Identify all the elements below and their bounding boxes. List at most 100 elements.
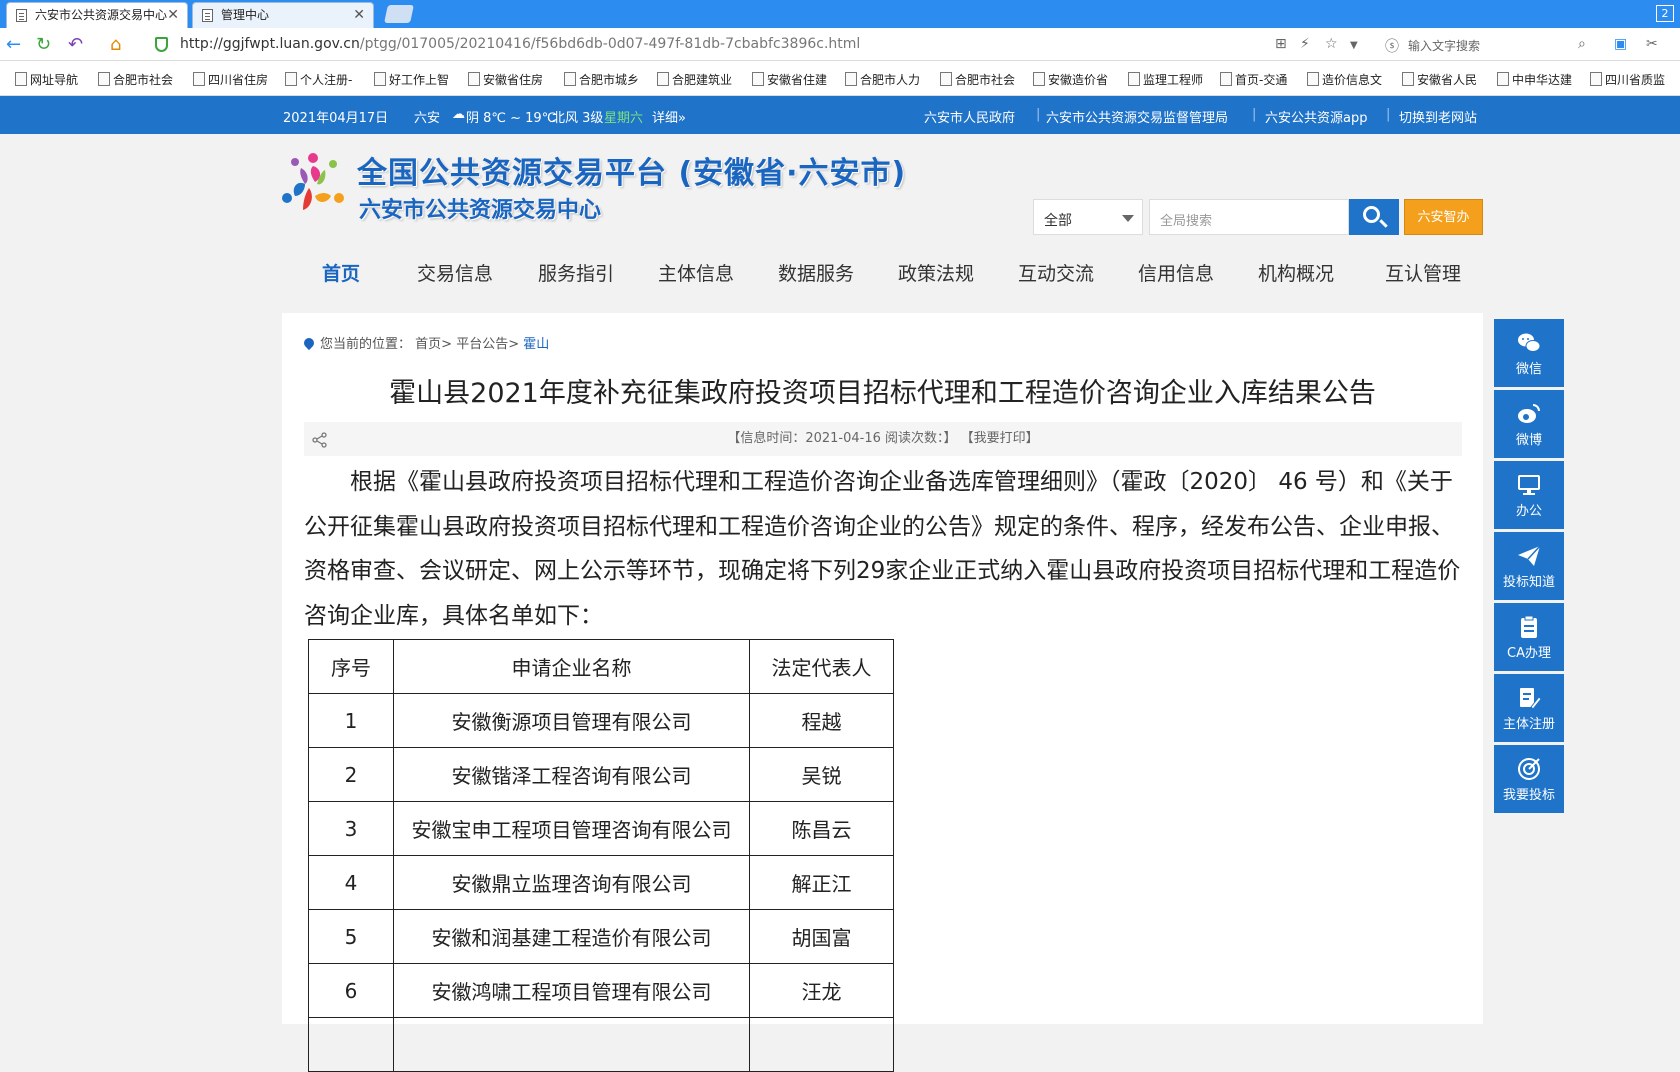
close-icon[interactable]: ✕ [353, 3, 365, 27]
star-icon[interactable]: ☆ [1325, 36, 1338, 52]
float-label: CA办理 [1507, 646, 1551, 661]
search-icon[interactable]: ⌕ [1578, 36, 1586, 52]
table-row [308, 1017, 894, 1072]
nav-interaction[interactable]: 互动交流 [1018, 259, 1094, 286]
bookmark-item[interactable]: 安徽省住建 [752, 71, 827, 88]
row-number: 1 [308, 693, 394, 748]
link-supervision[interactable]: 六安市公共资源交易监督管理局 [1046, 107, 1228, 126]
link-gov[interactable]: 六安市人民政府 [924, 107, 1015, 126]
breadcrumb-section[interactable]: 平台公告> [456, 337, 519, 352]
float-register-button[interactable]: 主体注册 [1494, 674, 1564, 742]
weather-text: 阴 8℃ ~ 19℃ [466, 111, 557, 126]
page-icon [16, 9, 27, 22]
row-number: 6 [308, 963, 394, 1018]
nav-home[interactable]: 首页 [322, 259, 360, 286]
browser-search-input[interactable]: 输入文字搜索 [1408, 37, 1480, 54]
tab-title: 六安市公共资源交易中心 [35, 8, 168, 22]
bookmark-item[interactable]: 监理工程师 [1128, 71, 1203, 88]
bookmark-item[interactable]: 个人注册- [285, 71, 352, 88]
float-bid-guide-button[interactable]: 投标知道 [1494, 532, 1564, 600]
bookmark-item[interactable]: 网址导航 [15, 71, 78, 88]
nav-mutual-recognition[interactable]: 互认管理 [1385, 259, 1461, 286]
nav-policy[interactable]: 政策法规 [898, 259, 974, 286]
bookmark-item[interactable]: 合肥市人力 [845, 71, 920, 88]
wechat-icon [1518, 333, 1541, 352]
article-title: 霍山县2021年度补充征集政府投资项目招标代理和工程造价咨询企业入库结果公告 [389, 378, 1376, 409]
search-engine-icon[interactable]: ⓢ [1385, 36, 1399, 56]
nav-service-guide[interactable]: 服务指引 [538, 259, 614, 286]
weibo-icon [1518, 404, 1540, 423]
site-search-button[interactable] [1349, 199, 1399, 235]
float-submit-bid-button[interactable]: 我要投标 [1494, 745, 1564, 813]
article-meta-bar: 【信息时间：2021-04-16 阅读次数：】 【我要打印】 [304, 422, 1462, 456]
bookmark-item[interactable]: 合肥建筑业 [657, 71, 732, 88]
legal-representative: 汪龙 [749, 963, 894, 1018]
article-panel: 您当前的位置： 首页> 平台公告> 霍山 霍山县2021年度补充征集政府投资项目… [282, 313, 1483, 1072]
breadcrumb-current[interactable]: 霍山 [523, 337, 549, 352]
row-number [308, 1017, 394, 1072]
location-pin-icon [301, 335, 317, 351]
bookmark-item[interactable]: 安徽省住房 [468, 71, 543, 88]
nav-entity-info[interactable]: 主体信息 [658, 259, 734, 286]
bookmark-item[interactable]: 造价信息文 [1307, 71, 1382, 88]
close-icon[interactable]: ✕ [167, 3, 179, 27]
browser-tab-active[interactable]: 六安市公共资源交易中心 ✕ [6, 2, 188, 28]
bookmark-item[interactable]: 好工作上智 [374, 71, 449, 88]
bookmark-item[interactable]: 合肥市城乡 [564, 71, 639, 88]
company-name: 安徽鸿啸工程项目管理有限公司 [393, 963, 750, 1018]
search-scope-select[interactable]: 全部 [1033, 199, 1143, 235]
tools-icon[interactable]: ✂ [1646, 36, 1658, 52]
bookmark-item[interactable]: 首页-交通 [1220, 71, 1287, 88]
breadcrumb-home[interactable]: 首页> [415, 337, 452, 352]
bookmark-item[interactable]: 安徽造价省 [1033, 71, 1108, 88]
weather-city: 六安 [414, 111, 441, 126]
link-old-site[interactable]: 切换到老网站 [1399, 107, 1477, 126]
undo-icon[interactable]: ↶ [68, 34, 83, 55]
bookmark-item[interactable]: 合肥市社会 [940, 71, 1015, 88]
browser-tab[interactable]: 管理中心 ✕ [192, 2, 374, 28]
float-wechat-button[interactable]: 微信 [1494, 319, 1564, 387]
company-name: 安徽和润基建工程造价有限公司 [393, 909, 750, 964]
table-row: 6 安徽鸿啸工程项目管理有限公司 汪龙 [308, 963, 894, 1018]
bookmark-item[interactable]: 中申华达建 [1497, 71, 1572, 88]
weather-detail-link[interactable]: 详细» [652, 107, 686, 126]
site-logo[interactable] [281, 152, 345, 216]
lightning-icon[interactable]: ⚡ [1300, 36, 1310, 52]
security-shield-icon[interactable] [155, 37, 168, 52]
tab-count-badge[interactable]: 2 [1656, 5, 1674, 22]
reload-icon[interactable]: ↻ [36, 34, 51, 55]
new-tab-button[interactable] [384, 5, 414, 23]
link-app[interactable]: 六安公共资源app [1265, 107, 1367, 126]
luan-smart-office-button[interactable]: 六安智办 [1404, 199, 1483, 235]
browser-tab-bar: 六安市公共资源交易中心 ✕ 管理中心 ✕ 2 [0, 0, 1680, 28]
float-weibo-button[interactable]: 微博 [1494, 390, 1564, 458]
share-icon[interactable] [312, 432, 328, 448]
back-icon[interactable]: ← [6, 34, 21, 55]
bookmark-item[interactable]: 安徽省人民 [1402, 71, 1477, 88]
bookmark-item[interactable]: 四川省住房 [193, 71, 268, 88]
nav-data-service[interactable]: 数据服务 [778, 259, 854, 286]
bookmark-item[interactable]: 合肥市社会 [98, 71, 173, 88]
float-office-button[interactable]: 办公 [1494, 461, 1564, 529]
company-table: 序号 申请企业名称 法定代表人 1 安徽衡源项目管理有限公司 程越 2 安徽锴泽… [308, 639, 894, 1072]
table-header-cell: 法定代表人 [749, 639, 894, 694]
table-header-row: 序号 申请企业名称 法定代表人 [308, 639, 894, 694]
bookmark-item[interactable]: 四川省质监 [1590, 71, 1665, 88]
article-paragraph: 根据《霍山县政府投资项目招标代理和工程造价咨询企业备选库管理细则》（霍政〔202… [304, 469, 1461, 629]
site-search-input[interactable]: 全局搜索 [1149, 199, 1349, 235]
extension-icon[interactable]: ▣ [1614, 36, 1627, 52]
float-ca-button[interactable]: CA办理 [1494, 603, 1564, 671]
grid-icon[interactable]: ⊞ [1275, 36, 1287, 52]
nav-about[interactable]: 机构概况 [1258, 259, 1334, 286]
main-nav: 首页 交易信息 服务指引 主体信息 数据服务 政策法规 互动交流 信用信息 机构… [280, 259, 1483, 289]
tab-title: 管理中心 [221, 8, 270, 22]
chevron-down-icon[interactable]: ▼ [1350, 40, 1358, 51]
home-icon[interactable]: ⌂ [110, 34, 121, 55]
legal-representative: 陈昌云 [749, 801, 894, 856]
nav-credit[interactable]: 信用信息 [1138, 259, 1214, 286]
row-number: 5 [308, 909, 394, 964]
nav-trade-info[interactable]: 交易信息 [417, 259, 493, 286]
url-field[interactable]: http://ggjfwpt.luan.gov.cn/ptgg/017005/2… [180, 36, 860, 52]
company-name: 安徽宝申工程项目管理咨询有限公司 [393, 801, 750, 856]
float-label: 主体注册 [1502, 717, 1555, 732]
